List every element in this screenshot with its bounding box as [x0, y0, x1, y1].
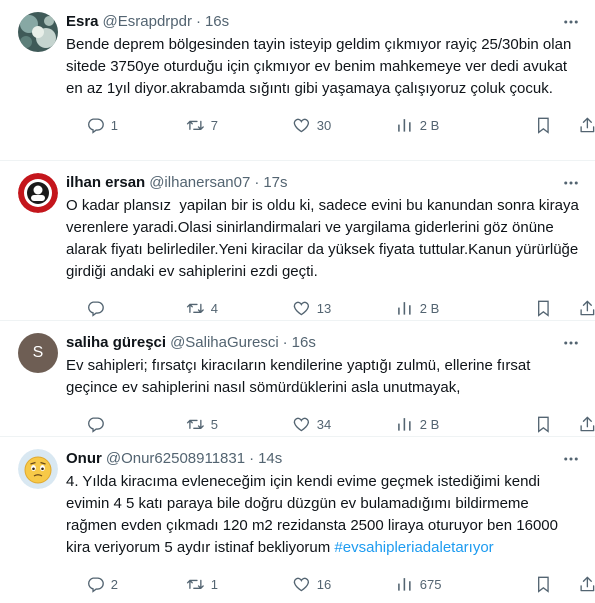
- avatar[interactable]: [18, 12, 58, 52]
- author-handle[interactable]: @ilhanersan07: [149, 173, 250, 193]
- retweet-icon: [186, 419, 204, 429]
- share-button[interactable]: [578, 106, 595, 144]
- hashtag-link[interactable]: #evsahipleriadaletarıyor: [334, 539, 493, 556]
- like-count: 34: [316, 416, 332, 432]
- reply-count: 1: [110, 117, 118, 133]
- more-icon[interactable]: [561, 449, 581, 469]
- separator: ·: [254, 174, 260, 191]
- action-bar: 2 1 16 675: [66, 565, 595, 603]
- reply-icon: [88, 417, 104, 433]
- tweet-body: Ev sahipleri; fırsatçı kiracıların kendi…: [66, 357, 535, 396]
- retweet-count: 1: [210, 576, 218, 592]
- author-name[interactable]: ilhan ersan: [66, 173, 145, 193]
- more-icon[interactable]: [561, 173, 581, 193]
- views-icon: [398, 577, 411, 591]
- author-handle[interactable]: @Onur62508911831: [106, 449, 245, 469]
- author-name[interactable]: Esra: [66, 12, 99, 32]
- views-count: 675: [419, 576, 442, 592]
- like-button[interactable]: 30: [292, 106, 331, 144]
- separator: ·: [249, 450, 255, 467]
- retweet-icon: [186, 579, 204, 589]
- share-icon: [580, 416, 595, 431]
- like-icon: [293, 118, 310, 133]
- tweet-text: Bende deprem bölgesinden tayin isteyip g…: [66, 34, 579, 100]
- tweet[interactable]: S saliha güreşci @SalihaGuresci · 16s Ev…: [0, 321, 595, 437]
- like-button[interactable]: 16: [292, 565, 331, 603]
- reply-button[interactable]: 1: [86, 106, 118, 144]
- tweet-text: O kadar plansız yapilan bir is oldu ki, …: [66, 195, 579, 283]
- views-count: 2 B: [419, 117, 440, 133]
- reply-count: 2: [110, 576, 118, 592]
- views-icon: [398, 301, 411, 315]
- retweet-icon: [186, 120, 204, 130]
- bookmark-icon: [538, 117, 549, 134]
- tweet-header: Onur @Onur62508911831 · 14s: [66, 449, 579, 469]
- like-count: 13: [316, 300, 332, 316]
- tweet-text: Ev sahipleri; fırsatçı kiracıların kendi…: [66, 355, 579, 399]
- share-icon: [580, 576, 595, 591]
- share-button[interactable]: [578, 565, 595, 603]
- like-icon: [293, 301, 310, 316]
- author-handle[interactable]: @Esrapdrpdr: [103, 12, 192, 32]
- author-name[interactable]: Onur: [66, 449, 102, 469]
- like-count: 30: [316, 117, 332, 133]
- timestamp[interactable]: 16s: [292, 333, 316, 353]
- tweet-feed: Esra @Esrapdrpdr · 16s Bende deprem bölg…: [0, 0, 595, 597]
- action-bar: 1 7 30 2 B: [66, 106, 595, 144]
- tweet-text: 4. Yılda kiracıma evleneceğim için kendi…: [66, 471, 579, 559]
- bookmark-icon: [538, 416, 549, 433]
- share-icon: [580, 117, 595, 132]
- tweet[interactable]: Onur @Onur62508911831 · 14s 4. Yılda kir…: [0, 437, 595, 597]
- like-icon: [293, 417, 310, 432]
- tweet-header: saliha güreşci @SalihaGuresci · 16s: [66, 333, 579, 353]
- share-icon: [580, 300, 595, 315]
- like-icon: [293, 577, 310, 592]
- reply-icon: [88, 118, 104, 134]
- author-name[interactable]: saliha güreşci: [66, 333, 166, 353]
- avatar[interactable]: S: [18, 333, 58, 373]
- bookmark-button[interactable]: [534, 565, 553, 603]
- separator: ·: [282, 334, 288, 351]
- views-button[interactable]: 675: [395, 565, 441, 603]
- more-icon[interactable]: [561, 333, 581, 353]
- reply-icon: [88, 301, 104, 317]
- avatar-letter: S: [32, 344, 44, 361]
- tweet[interactable]: ilhan ersan @ilhanersan07 · 17s O kadar …: [0, 161, 595, 321]
- like-count: 16: [316, 576, 332, 592]
- separator: ·: [195, 13, 201, 30]
- views-button[interactable]: 2 B: [395, 106, 439, 144]
- retweet-count: 7: [210, 117, 218, 133]
- timestamp[interactable]: 17s: [263, 173, 287, 193]
- views-count: 2 B: [419, 416, 440, 432]
- timestamp[interactable]: 16s: [205, 12, 229, 32]
- author-handle[interactable]: @SalihaGuresci: [170, 333, 279, 353]
- bookmark-icon: [538, 300, 549, 317]
- retweet-icon: [186, 303, 204, 313]
- reply-icon: [88, 577, 104, 593]
- views-icon: [398, 118, 411, 132]
- avatar[interactable]: [18, 173, 58, 213]
- retweet-count: 4: [210, 300, 218, 316]
- retweet-button[interactable]: 7: [186, 106, 218, 144]
- tweet-header: ilhan ersan @ilhanersan07 · 17s: [66, 173, 579, 193]
- bookmark-button[interactable]: [534, 106, 553, 144]
- timestamp[interactable]: 14s: [258, 449, 282, 469]
- retweet-count: 5: [210, 416, 218, 432]
- views-count: 2 B: [419, 300, 440, 316]
- views-icon: [398, 417, 411, 431]
- tweet-body: O kadar plansız yapilan bir is oldu ki, …: [66, 197, 583, 280]
- more-icon[interactable]: [561, 12, 581, 32]
- tweet[interactable]: Esra @Esrapdrpdr · 16s Bende deprem bölg…: [0, 0, 595, 161]
- reply-button[interactable]: 2: [86, 565, 118, 603]
- tweet-header: Esra @Esrapdrpdr · 16s: [66, 12, 579, 32]
- bookmark-icon: [538, 576, 549, 593]
- retweet-button[interactable]: 1: [186, 565, 218, 603]
- avatar[interactable]: [18, 449, 58, 489]
- tweet-body: Bende deprem bölgesinden tayin isteyip g…: [66, 36, 576, 97]
